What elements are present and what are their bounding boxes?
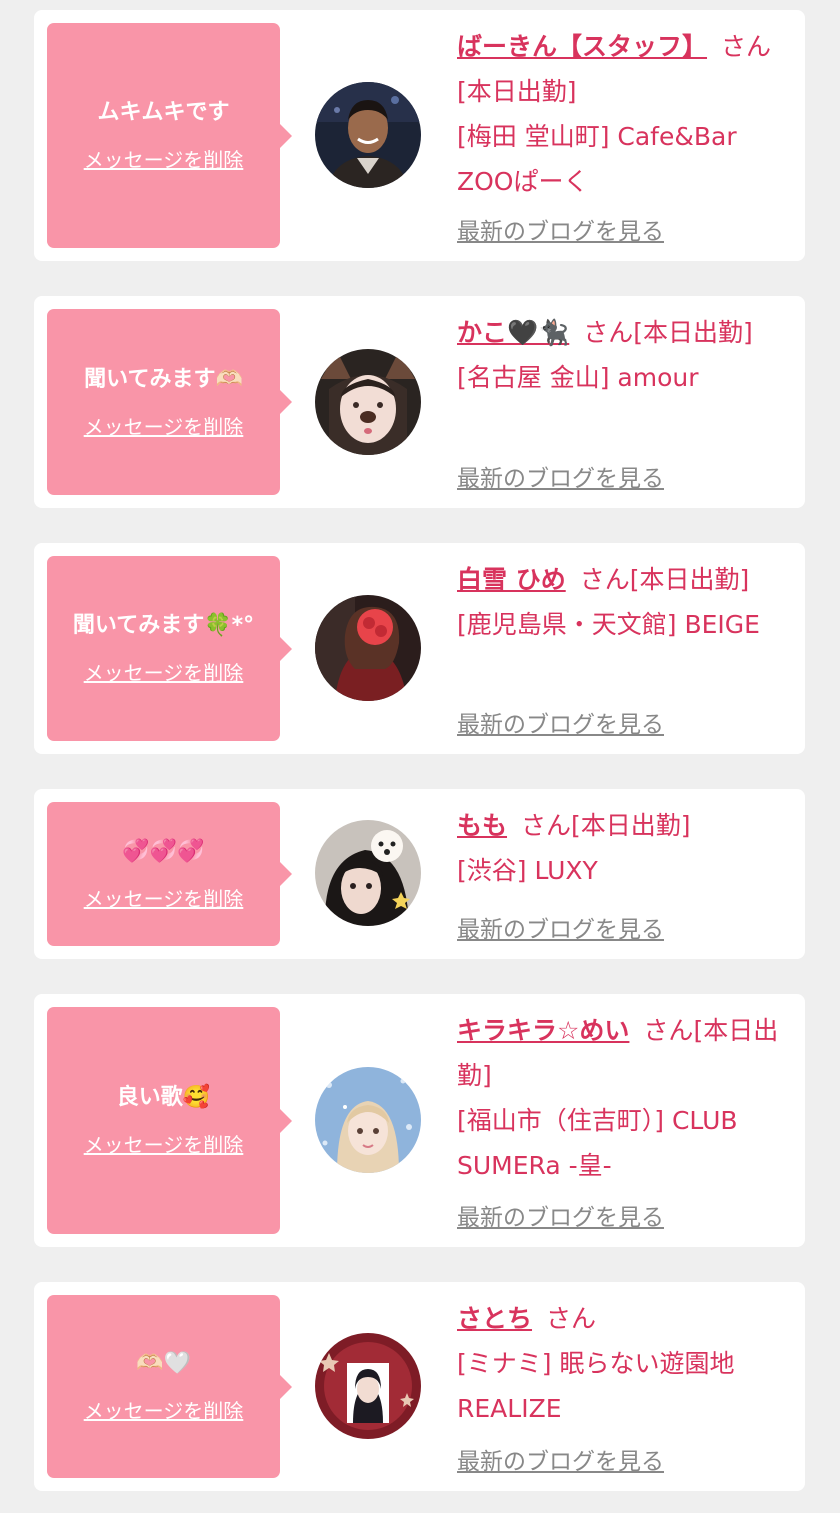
- shop-info: [名古屋 金山] amour: [457, 363, 699, 392]
- message-text: 💞💞💞: [122, 838, 205, 864]
- message-card: ムキムキです メッセージを削除 ばーきん【スタッフ】 さん [本日出勤] [梅田 堂…: [34, 10, 805, 261]
- cast-name-link[interactable]: キラキラ☆めい: [457, 1016, 629, 1045]
- avatar[interactable]: [315, 1333, 421, 1439]
- message-bubble: 💞💞💞 メッセージを削除: [47, 802, 292, 946]
- view-blog-link[interactable]: 最新のブログを見る: [457, 910, 664, 944]
- cast-info: かこ🖤🐈‍⬛ さん[本日出勤] [名古屋 金山] amour: [457, 310, 792, 400]
- message-card: 🫶🏻🤍 メッセージを削除 さとち さん [ミナミ] 眠らない遊園地REALIZE …: [34, 1282, 805, 1491]
- message-text: ムキムキです: [97, 100, 230, 125]
- cast-name-link[interactable]: ばーきん【スタッフ】: [457, 32, 707, 61]
- honorific: さん: [643, 1016, 694, 1045]
- message-bubble: 🫶🏻🤍 メッセージを削除: [47, 1295, 292, 1478]
- honorific: さん: [721, 32, 772, 61]
- delete-message-link[interactable]: メッセージを削除: [84, 657, 244, 686]
- delete-message-link[interactable]: メッセージを削除: [84, 883, 244, 912]
- view-blog-link[interactable]: 最新のブログを見る: [457, 1442, 664, 1476]
- view-blog-link[interactable]: 最新のブログを見る: [457, 705, 664, 739]
- cast-info: 白雪 ひめ さん[本日出勤] [鹿児島県・天文館] BEIGE: [457, 557, 792, 647]
- shop-info: [ミナミ] 眠らない遊園地REALIZE: [457, 1349, 735, 1423]
- message-text: 聞いてみます🫶🏻: [84, 366, 243, 392]
- delete-message-link[interactable]: メッセージを削除: [84, 1395, 244, 1424]
- honorific: さん: [546, 1304, 597, 1333]
- cast-info: キラキラ☆めい さん[本日出勤] [福山市（住吉町）] CLUB SUMERa -…: [457, 1008, 792, 1188]
- cast-name-link[interactable]: さとち: [457, 1304, 532, 1333]
- cast-name-link[interactable]: もも: [457, 811, 507, 840]
- message-text: 良い歌🥰: [116, 1085, 211, 1110]
- avatar[interactable]: [315, 820, 421, 926]
- shop-info: [鹿児島県・天文館] BEIGE: [457, 610, 760, 639]
- cast-info: もも さん[本日出勤] [渋谷] LUXY: [457, 803, 792, 893]
- message-card: 聞いてみます🫶🏻 メッセージを削除 かこ🖤🐈‍⬛ さん[本日出勤] [名古屋 金山…: [34, 296, 805, 508]
- work-status: [本日出勤]: [629, 565, 750, 594]
- honorific: さん: [579, 565, 630, 594]
- work-status: [本日出勤]: [633, 318, 753, 347]
- shop-info: [梅田 堂山町] Cafe&Bar ZOOぱーく: [457, 122, 737, 196]
- delete-message-link[interactable]: メッセージを削除: [84, 144, 244, 173]
- message-bubble: 良い歌🥰 メッセージを削除: [47, 1007, 292, 1234]
- cast-info: さとち さん [ミナミ] 眠らない遊園地REALIZE: [457, 1296, 792, 1431]
- shop-info: [渋谷] LUXY: [457, 856, 598, 885]
- avatar[interactable]: [315, 82, 421, 188]
- avatar[interactable]: [315, 349, 421, 455]
- work-status: [本日出勤]: [571, 811, 691, 840]
- view-blog-link[interactable]: 最新のブログを見る: [457, 212, 664, 246]
- view-blog-link[interactable]: 最新のブログを見る: [457, 1198, 664, 1232]
- cast-info: ばーきん【スタッフ】 さん [本日出勤] [梅田 堂山町] Cafe&Bar ZOO…: [457, 24, 792, 204]
- honorific: さん: [521, 811, 572, 840]
- delete-message-link[interactable]: メッセージを削除: [84, 411, 244, 440]
- shop-info: [福山市（住吉町）] CLUB SUMERa -皇-: [457, 1106, 738, 1180]
- message-text: 🫶🏻🤍: [136, 1351, 191, 1376]
- delete-message-link[interactable]: メッセージを削除: [84, 1129, 244, 1158]
- message-bubble: 聞いてみます🫶🏻 メッセージを削除: [47, 309, 292, 495]
- message-text: 聞いてみます🍀*°: [72, 613, 255, 638]
- honorific: さん: [583, 318, 634, 347]
- message-bubble: ムキムキです メッセージを削除: [47, 23, 292, 248]
- cast-name-link[interactable]: かこ🖤🐈‍⬛: [457, 318, 569, 347]
- avatar[interactable]: [315, 1067, 421, 1173]
- cast-name-link[interactable]: 白雪 ひめ: [457, 565, 566, 594]
- message-card: 💞💞💞 メッセージを削除 もも さん[本日出勤] [渋谷] LUXY 最新のブログ…: [34, 789, 805, 959]
- message-card: 良い歌🥰 メッセージを削除 キラキラ☆めい さん[本日出勤] [福山市（住吉町）]…: [34, 994, 805, 1247]
- avatar[interactable]: [315, 595, 421, 701]
- work-status: [本日出勤]: [457, 77, 577, 106]
- message-card: 聞いてみます🍀*° メッセージを削除 白雪 ひめ さん[本日出勤] [鹿児島県・天…: [34, 543, 805, 754]
- message-bubble: 聞いてみます🍀*° メッセージを削除: [47, 556, 292, 741]
- view-blog-link[interactable]: 最新のブログを見る: [457, 459, 664, 493]
